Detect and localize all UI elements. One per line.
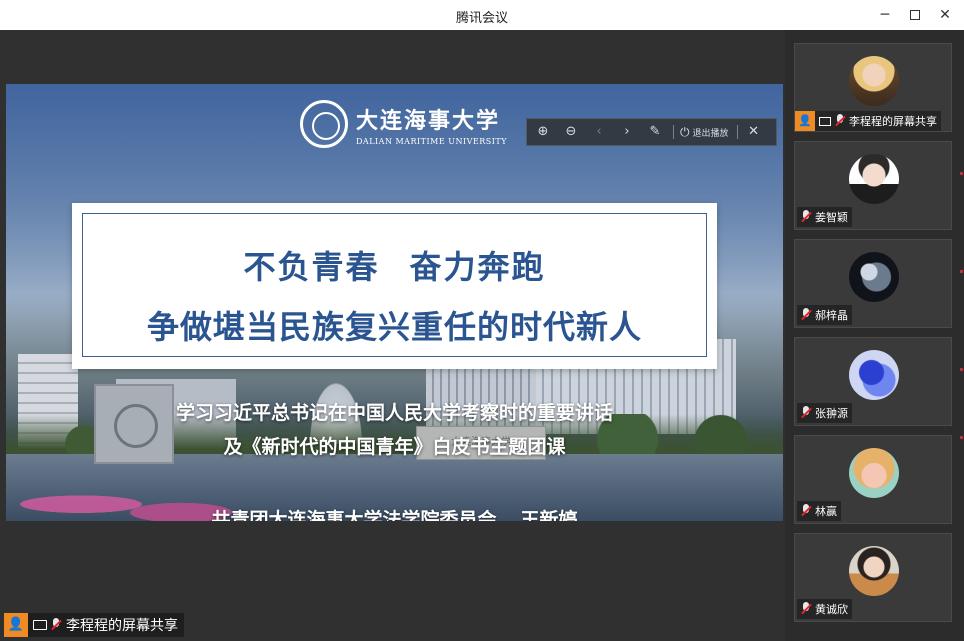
participant-namebar: 林赢 bbox=[797, 501, 841, 521]
edge-marker bbox=[960, 172, 963, 175]
pen-icon[interactable]: ✎ bbox=[645, 122, 665, 142]
slide-subtitle-1: 学习习近平总书记在中国人民大学考察时的重要讲话 bbox=[175, 402, 613, 424]
avatar bbox=[849, 252, 899, 302]
participant-namebar: 👤 李程程的屏幕共享 bbox=[795, 111, 941, 131]
window-title: 腾讯会议 bbox=[455, 11, 508, 26]
muted-mic-icon bbox=[801, 210, 811, 224]
muted-mic-icon bbox=[801, 406, 811, 420]
slide-presenter-line: 共青团大连海事大学法学院委员会 王新婷 bbox=[6, 505, 783, 521]
participant-name: 黄诚欣 bbox=[815, 603, 848, 616]
maximize-icon bbox=[910, 10, 920, 20]
avatar bbox=[849, 448, 899, 498]
power-icon: ⏻ bbox=[680, 124, 690, 139]
slide-organization: 共青团大连海事大学法学院委员会 bbox=[211, 509, 497, 521]
participant-namebar: 张翀源 bbox=[797, 403, 852, 423]
avatar bbox=[849, 350, 899, 400]
zoom-out-icon[interactable]: ⊖ bbox=[561, 122, 581, 142]
slide-title-card: 不负青春 奋力奔跑 争做堪当民族复兴重任的时代新人 bbox=[72, 203, 717, 369]
muted-mic-icon bbox=[51, 618, 61, 632]
title-phrase-b: 奋力奔跑 bbox=[409, 248, 546, 286]
title-card-frame: 不负青春 奋力奔跑 争做堪当民族复兴重任的时代新人 bbox=[82, 213, 707, 357]
participant-name: 李程程的屏幕共享 bbox=[849, 115, 937, 128]
muted-mic-icon bbox=[801, 308, 811, 322]
avatar bbox=[849, 56, 899, 106]
title-phrase-a: 不负青春 bbox=[243, 248, 380, 286]
university-name-en: DALIAN MARITIME UNIVERSITY bbox=[356, 136, 508, 146]
close-window-button[interactable]: ✕ bbox=[933, 4, 957, 26]
person-icon: 👤 bbox=[4, 613, 28, 637]
participant-name: 郝梓晶 bbox=[815, 309, 848, 322]
participant-namebar: 黄诚欣 bbox=[797, 599, 852, 619]
muted-mic-icon bbox=[801, 602, 811, 616]
participant-tile[interactable]: 张翀源 bbox=[794, 337, 952, 426]
participant-namebar: 姜智颖 bbox=[797, 207, 852, 227]
edge-marker bbox=[960, 368, 963, 371]
toolbar-divider bbox=[673, 125, 674, 139]
previous-page-icon[interactable]: ‹ bbox=[589, 122, 609, 142]
zoom-in-icon[interactable]: ⊕ bbox=[533, 122, 553, 142]
minimize-button[interactable]: ─ bbox=[873, 4, 897, 26]
next-page-icon[interactable]: › bbox=[617, 122, 637, 142]
muted-mic-icon bbox=[801, 504, 811, 518]
university-logo: 大连海事大学 DALIAN MARITIME UNIVERSITY bbox=[300, 100, 507, 148]
participant-namebar: 郝梓晶 bbox=[797, 305, 852, 325]
participant-tile[interactable]: 林赢 bbox=[794, 435, 952, 524]
person-icon: 👤 bbox=[795, 111, 815, 131]
muted-mic-icon bbox=[835, 114, 845, 128]
title-bar: 腾讯会议 ─ ✕ bbox=[0, 0, 964, 30]
participant-name: 林赢 bbox=[815, 505, 837, 518]
edge-marker bbox=[960, 270, 963, 273]
screen-share-icon bbox=[33, 620, 47, 630]
avatar bbox=[849, 154, 899, 204]
screen-share-text: 李程程的屏幕共享 bbox=[66, 618, 178, 634]
edge-marker bbox=[960, 436, 963, 439]
shared-slide: 大连海事大学 大连海事大学 DALIAN MARITIME UNIVERSITY… bbox=[6, 84, 783, 521]
presentation-toolbar: ⊕ ⊖ ‹ › ✎ ⏻ 退出播放 ✕ bbox=[526, 118, 777, 146]
screen-share-label[interactable]: 👤 李程程的屏幕共享 bbox=[4, 613, 184, 637]
maximize-button[interactable] bbox=[903, 4, 927, 26]
slide-presenter: 王新婷 bbox=[520, 509, 578, 521]
close-toolbar-icon[interactable]: ✕ bbox=[744, 122, 764, 142]
slide-title-line2: 争做堪当民族复兴重任的时代新人 bbox=[146, 308, 642, 346]
avatar bbox=[849, 546, 899, 596]
participant-tile[interactable]: 郝梓晶 bbox=[794, 239, 952, 328]
exit-playback-button[interactable]: ⏻ 退出播放 bbox=[680, 125, 729, 140]
university-seal-icon bbox=[300, 100, 348, 148]
university-name-cn: 大连海事大学 bbox=[356, 107, 501, 134]
exit-playback-label: 退出播放 bbox=[692, 128, 729, 139]
participant-tile[interactable]: 👤 李程程的屏幕共享 bbox=[794, 43, 952, 132]
university-name: 大连海事大学 DALIAN MARITIME UNIVERSITY bbox=[356, 103, 507, 146]
participant-tile[interactable]: 姜智颖 bbox=[794, 141, 952, 230]
participant-name: 姜智颖 bbox=[815, 211, 848, 224]
slide-title-line1: 不负青春 奋力奔跑 bbox=[83, 242, 706, 288]
participant-tile[interactable]: 黄诚欣 bbox=[794, 533, 952, 622]
screen-share-icon bbox=[819, 116, 831, 126]
slide-subtitle-2: 及《新时代的中国青年》白皮书主题团课 bbox=[223, 436, 566, 458]
toolbar-divider bbox=[736, 125, 738, 139]
participant-name: 张翀源 bbox=[815, 407, 848, 420]
